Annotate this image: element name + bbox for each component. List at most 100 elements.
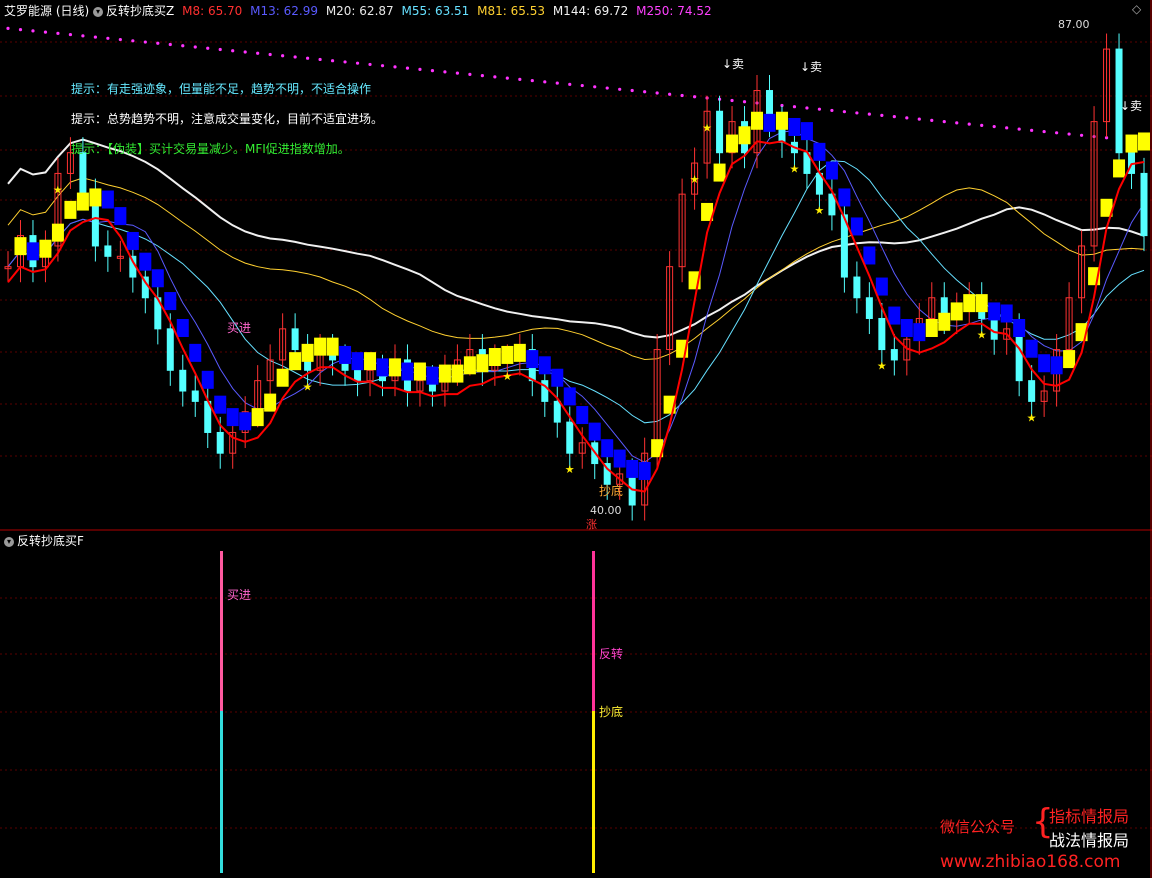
candle-body-14 [179,369,187,392]
ma250-dot-68 [855,111,859,115]
ma250-dot-59 [742,100,747,104]
band-block-44 [551,368,564,387]
band-block-76 [950,302,963,321]
band-block-21 [264,393,277,412]
ma250-dot-31 [393,65,397,69]
sell-signal-1: ↓卖 [722,57,745,71]
ma250-dot-51 [643,90,647,94]
band-block-50 [626,459,639,478]
ma250-label: M250: 74.52 [636,4,712,18]
ma250-dot-54 [680,93,684,98]
band-block-35 [438,364,451,383]
ma250-dot-48 [605,86,609,90]
ma250-dot-81 [1017,127,1021,131]
zhang-label: 涨 [586,518,597,531]
candle-body-68 [853,276,861,299]
band-block-11 [139,252,152,271]
collapse-icon[interactable]: ▾ [93,6,104,17]
ma250-dot-8 [106,36,110,40]
star-marker-9: ★ [977,328,987,341]
sub-indicator-name[interactable]: 反转抄底买F [17,534,84,548]
ma250-dot-41 [518,77,522,81]
ma250-dot-78 [980,123,984,127]
band-block-78 [975,294,988,313]
ma250-dot-80 [1005,126,1009,130]
star-marker-2: ★ [502,370,512,383]
band-block-12 [151,269,164,288]
band-block-85 [1063,350,1076,369]
band-block-33 [413,362,426,381]
band-block-9 [114,207,127,226]
candle-body-17 [216,431,224,454]
ma250-dot-9 [118,37,122,42]
band-block-72 [900,318,913,337]
ma250-dot-18 [231,49,235,53]
ma250-dot-24 [306,56,310,60]
ma250-dot-39 [493,75,497,79]
band-block-36 [451,364,464,383]
chart-svg: ★ ★ ★ ★ ★ ★ ★ ★ ★ ★ ★ [0,0,1152,878]
ma250-dot-29 [368,62,372,67]
buy-signal-label: 买进 [227,321,252,335]
band-block-67 [838,188,851,207]
ma250-dot-63 [792,105,797,109]
ma250-dot-70 [880,113,884,117]
ma250-dot-47 [593,85,597,89]
band-block-3 [39,239,52,258]
band-block-64 [800,122,813,141]
ma250-dot-50 [630,88,634,93]
band-block-73 [913,323,926,342]
band-block-59 [738,126,751,145]
candle-body-8 [104,245,112,257]
star-marker-8: ★ [877,360,887,373]
ma250-dot-25 [318,57,322,62]
up-arrow-icon[interactable]: ◇ [1132,2,1141,16]
band-block-30 [376,358,389,377]
ma8-line [7,140,1145,493]
ma250-dot-45 [568,82,572,86]
ma250-dot-72 [905,116,909,120]
sub-reverse-label: 反转 [599,647,624,661]
sub-collapse-icon[interactable]: ▾ [4,536,14,547]
band-block-51 [638,461,651,480]
ma250-dot-52 [655,91,659,95]
ma144-label: M144: 69.72 [552,4,629,18]
candle-body-13 [166,328,174,371]
hint-line-3: 提示：【伪装】买计交易量减少。MFI促进指数增加。 [71,142,350,156]
ma81-label: M81: 65.53 [477,4,545,18]
star-marker-10: ★ [1027,411,1037,424]
ma250-dot-30 [380,64,385,68]
indicator-name[interactable]: 反转抄底买Z [106,4,174,18]
band-block-13 [164,292,177,311]
sub-bar-buy-top [220,551,223,711]
ma250-dot-58 [730,98,734,103]
band-block-62 [775,111,788,130]
ma250-dot-1 [18,28,23,32]
band-block-79 [988,302,1001,321]
ma250-dot-65 [817,107,822,111]
band-block-7 [89,188,102,207]
ma250-dot-75 [942,120,946,124]
bottom-signal-label: 抄底 [599,484,624,498]
stock-title: 艾罗能源 [4,4,53,18]
band-block-90 [1125,134,1138,153]
band-block-46 [576,406,589,425]
band-block-89 [1113,159,1126,178]
ma250-dot-79 [992,124,996,129]
ma250-dot-17 [218,47,222,52]
candle-body-6 [79,152,87,195]
star-marker-5: ★ [702,121,712,134]
band-block-10 [126,231,139,250]
band-block-57 [713,163,726,182]
ma250-dot-42 [530,78,534,83]
ma250-dot-74 [930,118,934,122]
band-block-22 [276,368,289,387]
ma250-dot-71 [892,115,896,119]
ma250-dot-7 [93,35,97,39]
candle-body-28 [354,369,362,382]
ma250-dot-21 [268,52,272,57]
band-block-23 [289,352,302,371]
ma250-dot-53 [668,92,672,96]
ma55-label: M55: 63.51 [401,4,470,18]
ma250-dot-73 [917,117,921,121]
